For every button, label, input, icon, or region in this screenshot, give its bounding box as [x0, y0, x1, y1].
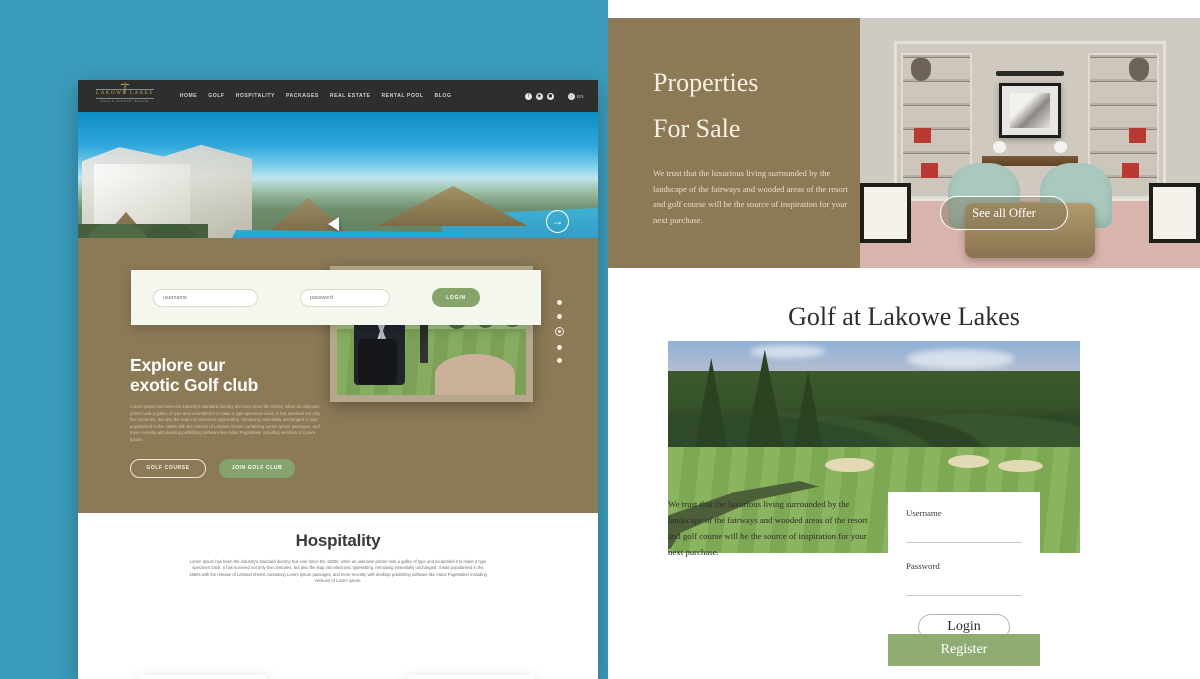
room-side-chair-right — [1149, 183, 1200, 243]
golf-dot-1[interactable] — [557, 300, 562, 305]
logo-tagline: GOLF & COUNTRY ESTATE — [100, 99, 149, 103]
main-nav: HOME GOLF HOSPITALITY PACKAGES REAL ESTA… — [180, 93, 452, 99]
twitter-icon[interactable]: ● — [546, 92, 554, 100]
course-cloud-2 — [750, 345, 825, 358]
golf-carousel-dots — [555, 300, 564, 363]
hospitality-card-list — [140, 675, 534, 679]
room-red-lamp-3 — [921, 163, 939, 178]
palm-tree-icon — [120, 82, 130, 95]
room-red-lamp-1 — [914, 128, 932, 143]
golf-course-button[interactable]: GOLF COURSE — [130, 458, 206, 478]
properties-heading-line1: Properties — [653, 68, 759, 97]
hospitality-card-3[interactable] — [408, 675, 534, 679]
nav-item-rental-pool[interactable]: RENTAL POOL — [381, 93, 423, 99]
join-golf-club-button[interactable]: JOIN GOLF CLUB — [219, 458, 295, 478]
golf-paragraph: Lorem Ipsum has been the industry's stan… — [130, 404, 321, 442]
room-picture-light — [996, 70, 1064, 76]
properties-heading-line2: For Sale — [653, 114, 741, 143]
room-vase-right — [1128, 58, 1149, 81]
facebook-icon[interactable]: f — [524, 92, 532, 100]
hospitality-card-1[interactable] — [140, 675, 266, 679]
room-framed-artwork — [999, 83, 1061, 138]
golf-dot-3-active[interactable] — [555, 327, 564, 336]
golf-section-paragraph: We trust that the luxurious living surro… — [668, 499, 868, 557]
language-selector[interactable]: ⓘ EN — [567, 92, 584, 100]
password-field-group: Password — [906, 561, 1022, 596]
globe-icon: ⓘ — [567, 92, 575, 100]
hospitality-heading: Hospitality — [295, 531, 381, 550]
password-input-right[interactable] — [906, 581, 1022, 596]
password-input[interactable] — [300, 288, 390, 307]
header-right-group: f ◉ ● ⓘ EN — [524, 92, 584, 100]
course-cloud-1 — [906, 349, 1015, 369]
nav-item-real-estate[interactable]: REAL ESTATE — [330, 93, 371, 99]
hero-login-bar: LOGIN — [131, 270, 541, 325]
nav-item-packages[interactable]: PACKAGES — [286, 93, 319, 99]
golf-heading-line1: Explore our — [130, 355, 226, 375]
hospitality-paragraph: Lorem Ipsum has been the industry's stan… — [189, 559, 487, 584]
properties-hero: Properties For Sale We trust that the lu… — [608, 0, 1200, 268]
arrow-right-circle-icon[interactable]: → — [546, 210, 569, 233]
username-input-right[interactable] — [906, 528, 1022, 543]
left-website-mockup: LAKOWE LAKES GOLF & COUNTRY ESTATE HOME … — [78, 80, 598, 679]
triangle-left-icon[interactable] — [328, 217, 339, 231]
screenshot-canvas: LAKOWE LAKES GOLF & COUNTRY ESTATE HOME … — [0, 0, 1200, 679]
golf-dot-5[interactable] — [557, 358, 562, 363]
room-red-lamp-4 — [1121, 163, 1139, 178]
nav-item-golf[interactable]: GOLF — [208, 93, 224, 99]
properties-image: See all Offer — [860, 18, 1200, 268]
language-label: EN — [576, 93, 584, 99]
room-scene — [860, 18, 1200, 268]
instagram-icon[interactable]: ◉ — [535, 92, 543, 100]
login-button[interactable]: LOGIN — [432, 288, 480, 307]
room-side-chair-left — [860, 183, 911, 243]
password-label: Password — [906, 561, 940, 571]
site-logo[interactable]: LAKOWE LAKES GOLF & COUNTRY ESTATE — [96, 82, 154, 103]
properties-text-block: Properties For Sale We trust that the lu… — [653, 60, 859, 228]
golf-heading-line2: exotic Golf club — [130, 375, 259, 395]
room-red-lamp-2 — [1128, 128, 1146, 143]
username-field-group: Username — [906, 508, 1022, 543]
golf-dot-4[interactable] — [557, 344, 562, 350]
nav-item-home[interactable]: HOME — [180, 93, 197, 99]
username-label: Username — [906, 508, 942, 518]
nav-item-hospitality[interactable]: HOSPITALITY — [236, 93, 275, 99]
room-globe-lamp-left — [992, 140, 1007, 153]
see-all-offer-button[interactable]: See all Offer — [940, 196, 1068, 230]
site-header: LAKOWE LAKES GOLF & COUNTRY ESTATE HOME … — [78, 80, 598, 112]
golf-dot-2[interactable] — [557, 313, 562, 319]
username-input[interactable] — [153, 288, 258, 307]
properties-paragraph: We trust that the luxurious living surro… — [653, 168, 848, 225]
hospitality-section: Hospitality Lorem Ipsum has been the ind… — [78, 513, 598, 679]
passenger-knee — [435, 353, 515, 395]
room-vase-left — [911, 58, 932, 81]
social-links: f ◉ ● — [524, 92, 554, 100]
nav-item-blog[interactable]: BLOG — [435, 93, 452, 99]
golf-bag — [357, 339, 398, 386]
golf-button-group: GOLF COURSE JOIN GOLF CLUB — [130, 458, 342, 478]
golf-section-heading: Golf at Lakowe Lakes — [788, 302, 1020, 331]
register-button[interactable]: Register — [888, 634, 1040, 666]
right-website-mockup: Properties For Sale We trust that the lu… — [608, 0, 1200, 679]
golf-promo-text: Explore our exotic Golf club Lorem Ipsum… — [130, 355, 342, 478]
